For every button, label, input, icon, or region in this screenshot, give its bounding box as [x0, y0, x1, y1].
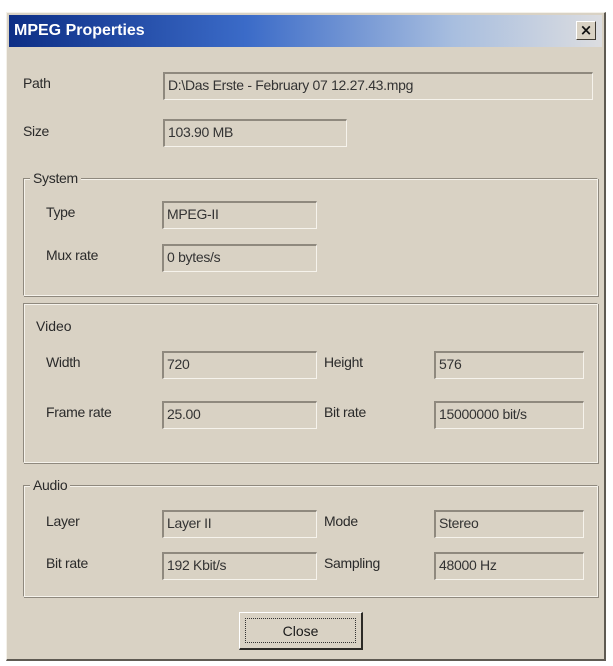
- audio-group: Audio Layer Layer II Mode Stereo Bit rat…: [23, 477, 598, 597]
- layer-field: Layer II: [162, 510, 317, 538]
- path-label: Path: [23, 75, 51, 91]
- system-group-title: System: [30, 170, 81, 186]
- type-label: Type: [46, 204, 76, 220]
- height-label: Height: [324, 354, 363, 370]
- sampling-field: 48000 Hz: [434, 552, 584, 580]
- width-field: 720: [162, 351, 317, 379]
- sampling-label: Sampling: [324, 555, 380, 571]
- video-group-title: Video: [36, 318, 72, 334]
- video-bit-rate-field: 15000000 bit/s: [434, 401, 584, 429]
- system-group: System Type MPEG-II Mux rate 0 bytes/s: [23, 170, 598, 296]
- mode-label: Mode: [324, 513, 358, 529]
- frame-rate-label: Frame rate: [46, 404, 112, 420]
- audio-bit-rate-field: 192 Kbit/s: [162, 552, 317, 580]
- mpeg-properties-dialog: MPEG Properties × Path D:\Das Erste - Fe…: [6, 12, 606, 661]
- type-field: MPEG-II: [162, 201, 317, 229]
- video-bit-rate-label: Bit rate: [324, 404, 366, 420]
- close-button[interactable]: Close: [239, 612, 363, 650]
- height-field: 576: [434, 351, 584, 379]
- mux-rate-label: Mux rate: [46, 247, 99, 263]
- close-button-label: Close: [245, 618, 356, 643]
- path-field: D:\Das Erste - February 07 12.27.43.mpg: [163, 72, 593, 100]
- mux-rate-field: 0 bytes/s: [162, 244, 317, 272]
- audio-bit-rate-label: Bit rate: [46, 555, 88, 571]
- frame-rate-field: 25.00: [162, 401, 317, 429]
- dialog-title: MPEG Properties: [14, 22, 145, 39]
- mode-field: Stereo: [434, 510, 584, 538]
- audio-group-title: Audio: [30, 477, 71, 493]
- close-icon[interactable]: ×: [576, 21, 596, 40]
- layer-label: Layer: [46, 513, 80, 529]
- width-label: Width: [46, 354, 81, 370]
- size-field: 103.90 MB: [163, 119, 347, 147]
- video-group: Video Width 720 Height 576 Frame rate 25…: [23, 303, 598, 463]
- size-label: Size: [23, 123, 50, 139]
- title-bar[interactable]: MPEG Properties ×: [9, 15, 602, 47]
